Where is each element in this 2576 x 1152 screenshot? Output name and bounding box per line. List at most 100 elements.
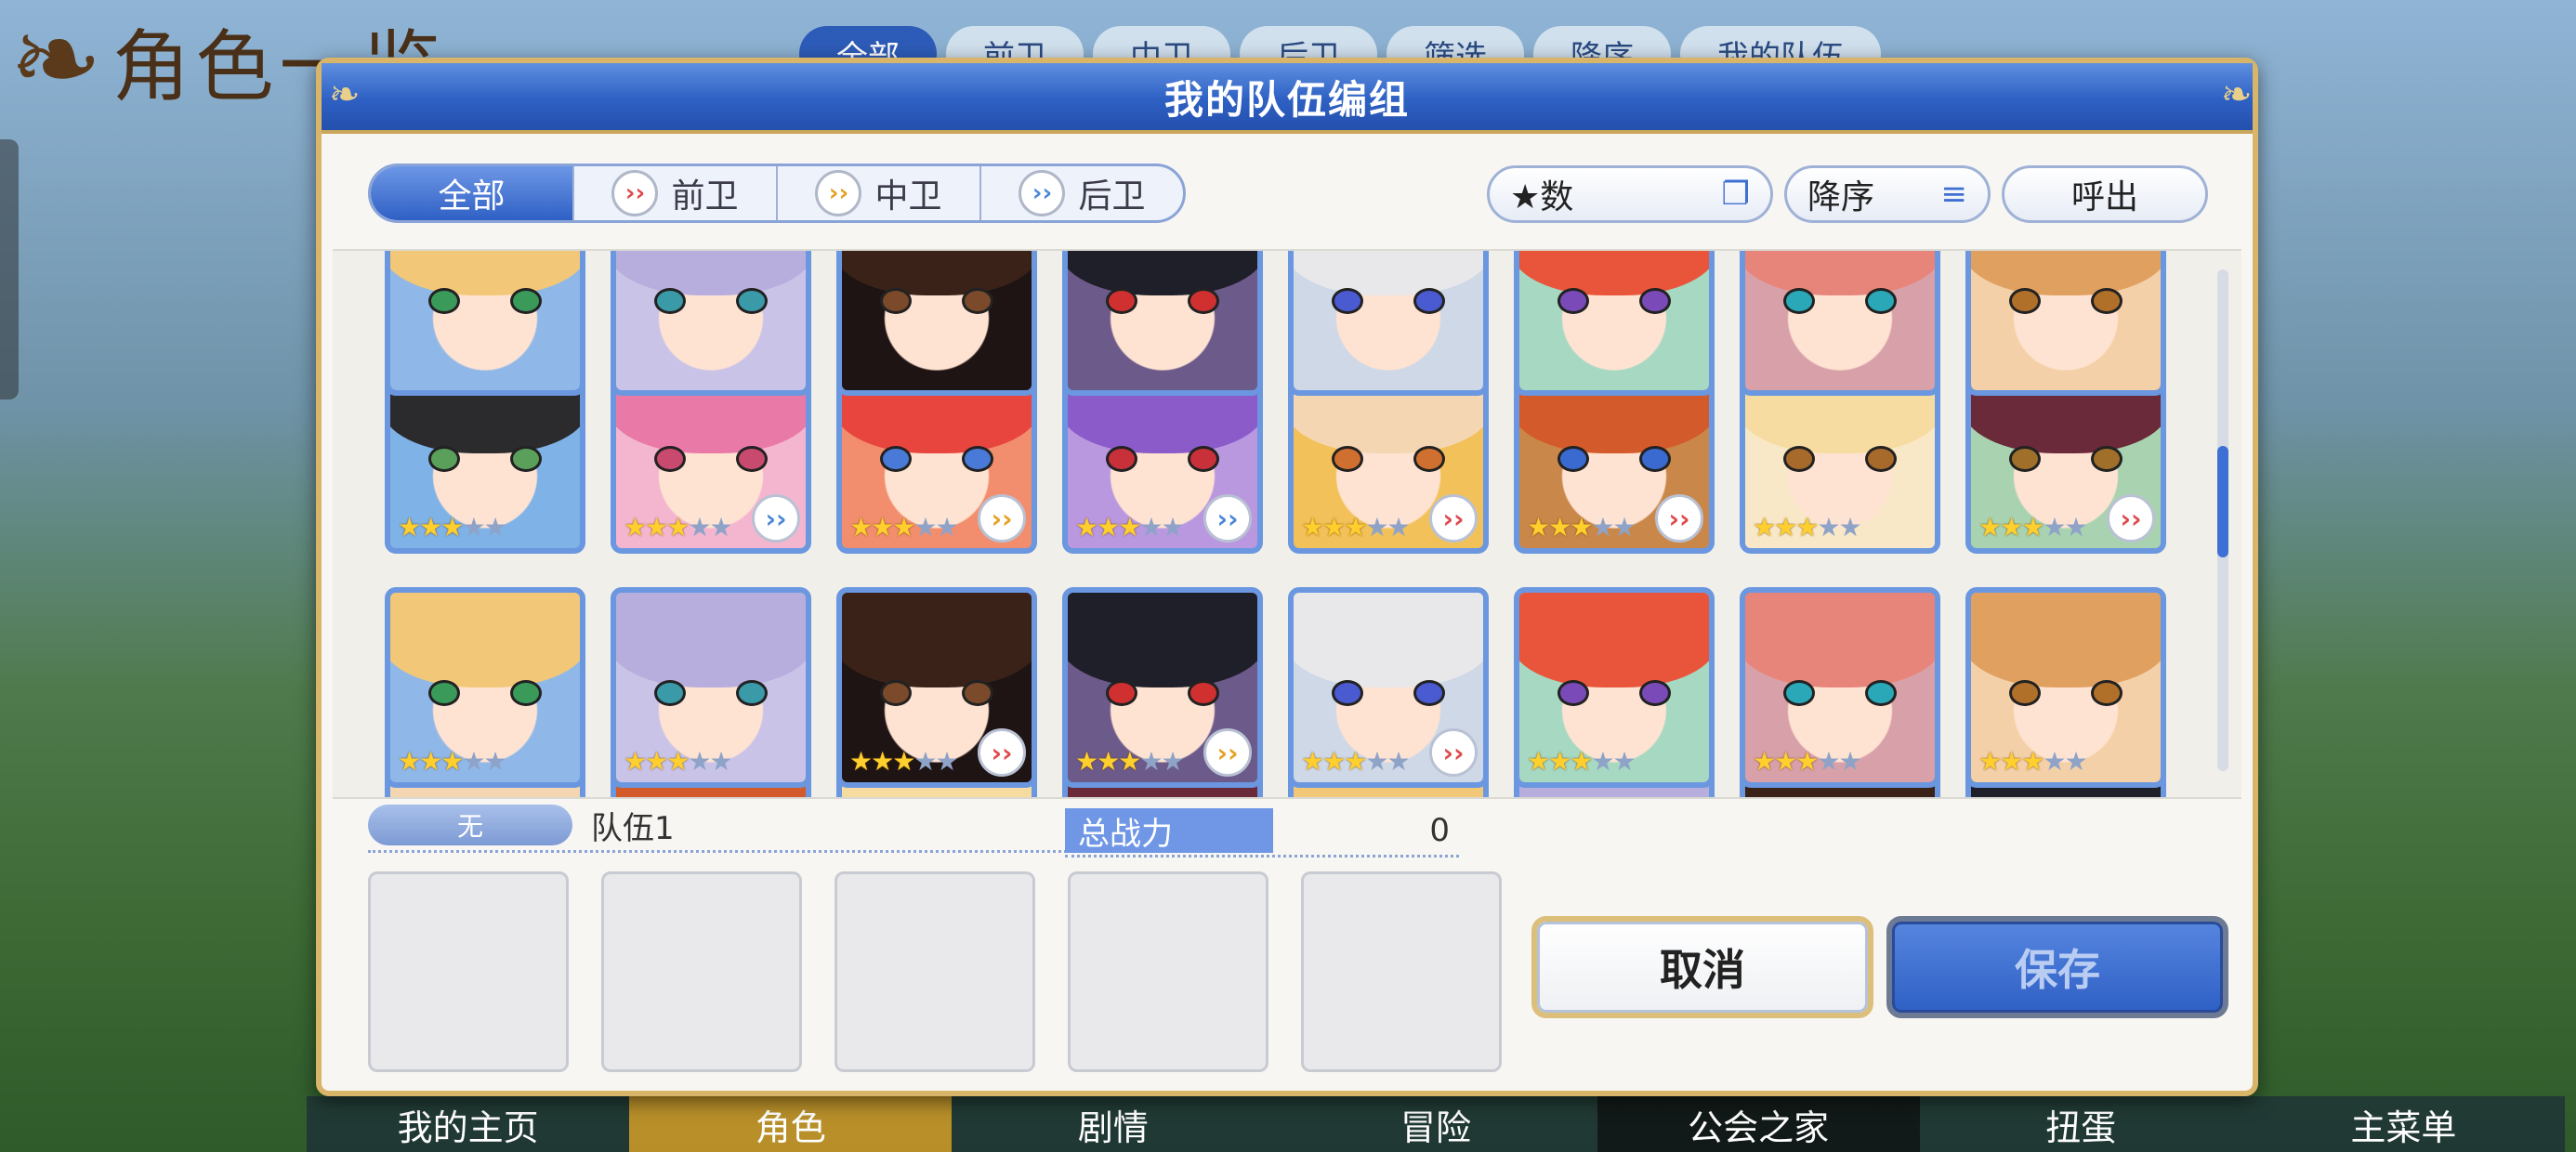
- tab-all-label: 全部: [438, 177, 506, 216]
- character-portrait[interactable]: ★★★★★: [385, 587, 585, 788]
- star-icon: ★: [1838, 512, 1861, 543]
- sort-key-button[interactable]: ★数 ❐: [1487, 165, 1773, 223]
- team-slot-2[interactable]: [601, 871, 802, 1072]
- star-icon: ★: [666, 746, 690, 777]
- team-slot-4[interactable]: [1068, 871, 1268, 1072]
- star-icon: ★: [1527, 512, 1550, 543]
- star-icon: ★: [1322, 512, 1346, 543]
- star-icon: ★: [709, 746, 732, 777]
- tab-back-label: 后卫: [1078, 177, 1146, 216]
- nav-adventure[interactable]: 冒险: [1274, 1096, 1597, 1152]
- character-portrait[interactable]: ★★★★★: [611, 587, 811, 788]
- layers-icon: ❐: [1721, 176, 1750, 213]
- star-rating: ★★★★★: [1527, 746, 1636, 777]
- team-slot-1[interactable]: [368, 871, 569, 1072]
- star-rating: ★★★★★: [624, 512, 733, 543]
- nav-guild-house[interactable]: 公会之家: [1597, 1096, 1920, 1152]
- scrollbar-thumb[interactable]: [2217, 446, 2228, 557]
- star-icon: ★: [2021, 746, 2044, 777]
- tab-back[interactable]: ›› 后卫: [979, 166, 1183, 220]
- star-icon: ★: [871, 512, 894, 543]
- star-icon: ★: [849, 512, 873, 543]
- star-rating: ★★★★★: [1075, 512, 1185, 543]
- character-face-image: [1745, 251, 1935, 390]
- character-portrait[interactable]: ★★★★★: [1965, 587, 2166, 788]
- mid-role-icon: ››: [978, 494, 1026, 543]
- star-icon: ★: [1365, 746, 1388, 777]
- star-icon: ★: [1322, 746, 1346, 777]
- star-rating: ★★★★★: [398, 746, 507, 777]
- nav-characters[interactable]: 角色: [629, 1096, 953, 1152]
- star-icon: ★: [2000, 512, 2023, 543]
- cancel-button[interactable]: 取消: [1531, 916, 1873, 1018]
- star-icon: ★: [419, 512, 442, 543]
- character-portrait[interactable]: [611, 251, 811, 396]
- character-portrait[interactable]: ★★★★★ ››: [1288, 587, 1489, 788]
- team-name[interactable]: 队伍1: [591, 805, 675, 847]
- tab-front-label: 前卫: [671, 177, 739, 216]
- front-role-icon: ››: [2107, 494, 2155, 543]
- star-icon: ★: [1301, 746, 1324, 777]
- front-role-icon: ››: [1655, 494, 1703, 543]
- recall-button[interactable]: 呼出: [2002, 165, 2208, 223]
- star-icon: ★: [624, 746, 647, 777]
- front-role-icon: ››: [978, 728, 1026, 777]
- sort-order-button[interactable]: 降序 ≡: [1784, 165, 1991, 223]
- star-icon: ★: [645, 512, 668, 543]
- character-portrait[interactable]: [1965, 251, 2166, 396]
- star-icon: ★: [1591, 512, 1614, 543]
- nav-gacha[interactable]: 扭蛋: [1919, 1096, 2242, 1152]
- star-icon: ★: [1570, 512, 1593, 543]
- tab-mid[interactable]: ›› 中卫: [776, 166, 979, 220]
- star-icon: ★: [624, 512, 647, 543]
- star-icon: ★: [688, 746, 711, 777]
- nav-story[interactable]: 剧情: [952, 1096, 1275, 1152]
- star-icon: ★: [440, 746, 464, 777]
- character-portrait[interactable]: [1514, 251, 1715, 396]
- character-portrait[interactable]: ★★★★★ ››: [1062, 587, 1263, 788]
- star-icon: ★: [1075, 746, 1098, 777]
- nav-home[interactable]: 我的主页: [307, 1096, 630, 1152]
- tab-front[interactable]: ›› 前卫: [572, 166, 776, 220]
- character-portrait[interactable]: ★★★★★: [1514, 587, 1715, 788]
- star-icon: ★: [1075, 512, 1098, 543]
- star-icon: ★: [2021, 512, 2044, 543]
- star-icon: ★: [1795, 512, 1819, 543]
- star-icon: ★: [688, 512, 711, 543]
- character-portrait[interactable]: [385, 251, 585, 396]
- star-icon: ★: [666, 512, 690, 543]
- mid-role-icon: ››: [815, 170, 862, 216]
- star-rating: ★★★★★: [1753, 512, 1862, 543]
- star-icon: ★: [1161, 512, 1184, 543]
- star-icon: ★: [913, 512, 937, 543]
- character-portrait[interactable]: [836, 251, 1037, 396]
- character-portrait[interactable]: [1288, 251, 1489, 396]
- team-slot-3[interactable]: [835, 871, 1035, 1072]
- character-roster-grid[interactable]: ★★★★★ ★★★★★ ★★★★★ ★★★★★ ›› ★★★★★ ›› ★★★★★ ›› ★★★★…: [333, 249, 2241, 799]
- star-icon: ★: [1774, 746, 1797, 777]
- star-rating: ★★★★★: [849, 746, 959, 777]
- character-portrait[interactable]: ★★★★★: [1740, 587, 1940, 788]
- side-drawer-handle[interactable]: [0, 139, 19, 399]
- star-icon: ★: [2043, 512, 2066, 543]
- star-icon: ★: [483, 512, 506, 543]
- star-icon: ★: [1527, 746, 1550, 777]
- star-icon: ★: [1817, 512, 1840, 543]
- star-icon: ★: [1118, 512, 1141, 543]
- save-button[interactable]: 保存: [1886, 916, 2228, 1018]
- star-icon: ★: [2043, 746, 2066, 777]
- character-face-image: [1294, 251, 1483, 390]
- team-slot-5[interactable]: [1301, 871, 1502, 1072]
- character-portrait[interactable]: [1740, 251, 1940, 396]
- front-role-icon: ››: [1429, 728, 1478, 777]
- nav-main-menu[interactable]: 主菜单: [2241, 1096, 2565, 1152]
- total-power-value: 0: [1429, 812, 1450, 849]
- star-icon: ★: [440, 512, 464, 543]
- character-portrait[interactable]: [1062, 251, 1263, 396]
- star-icon: ★: [935, 746, 958, 777]
- star-icon: ★: [1548, 512, 1571, 543]
- tab-all[interactable]: 全部: [371, 166, 572, 220]
- roster-scrollbar[interactable]: [2217, 269, 2228, 771]
- character-portrait[interactable]: ★★★★★ ››: [836, 587, 1037, 788]
- star-icon: ★: [462, 512, 485, 543]
